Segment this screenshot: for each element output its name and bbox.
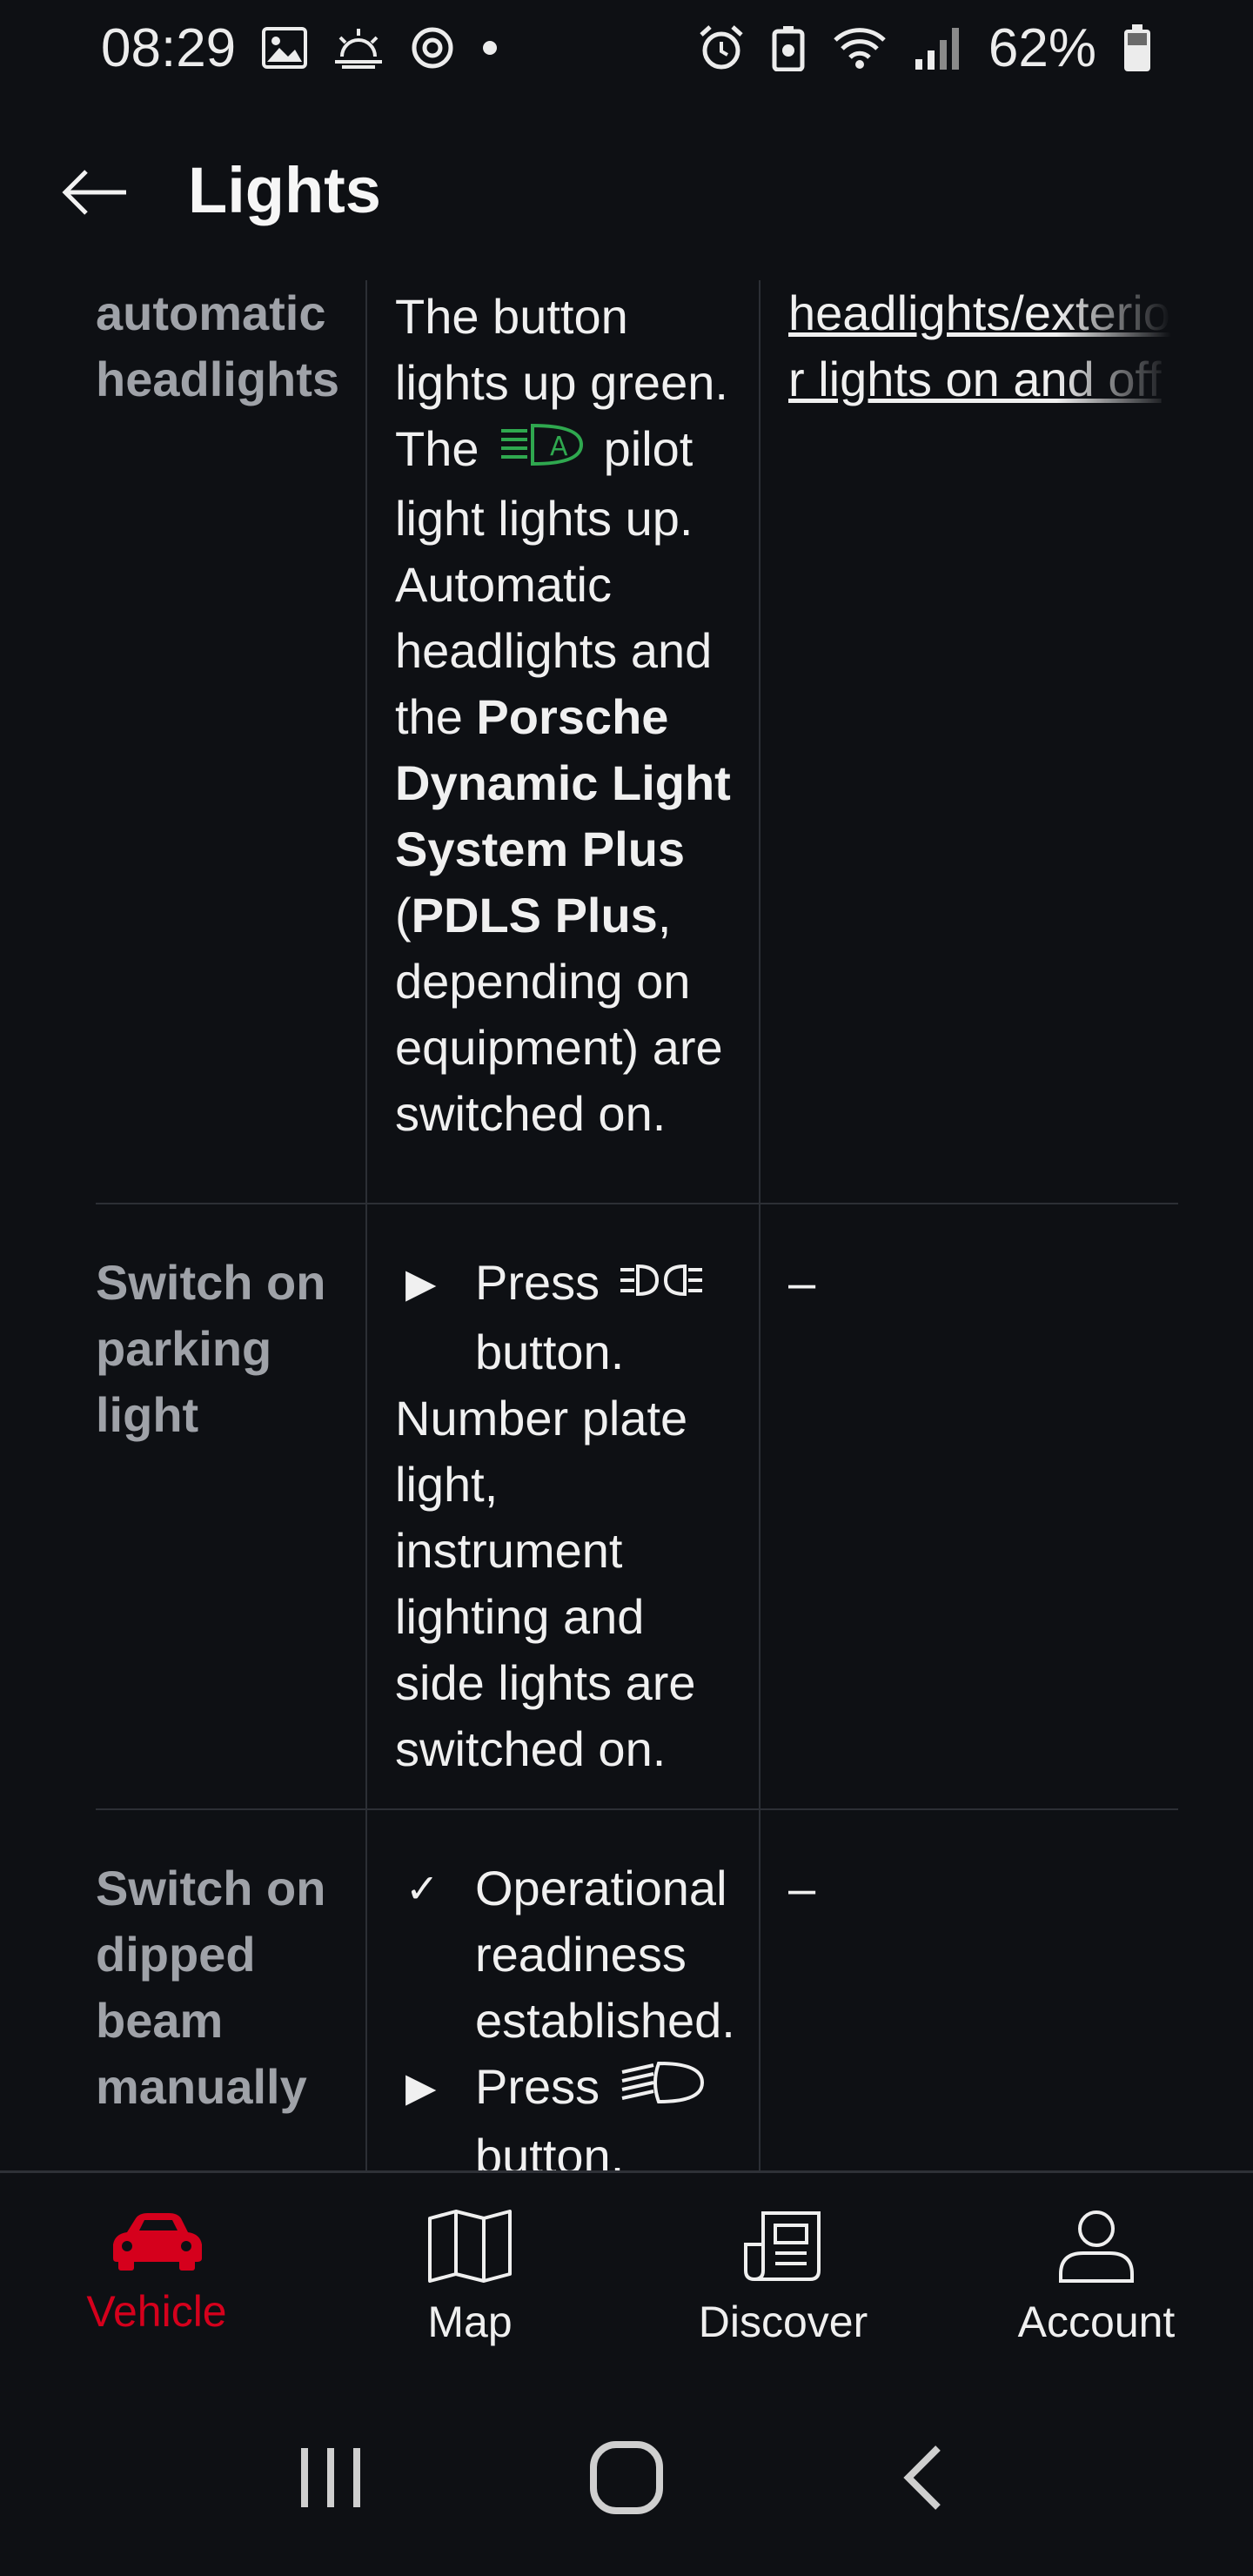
recents-icon <box>301 2448 360 2507</box>
news-icon <box>744 2211 821 2281</box>
action-line: parking <box>96 1321 272 1376</box>
nav-item-discover[interactable]: Discover <box>626 2173 940 2382</box>
home-icon <box>590 2441 663 2514</box>
table-row: Switch on dipped beam manually ✓ Operati… <box>96 1810 1178 2170</box>
nav-item-vehicle[interactable]: Vehicle <box>0 2173 313 2382</box>
map-icon <box>428 2210 512 2283</box>
status-time: 08:29 <box>101 17 237 78</box>
system-navigation-bar <box>0 2379 1253 2576</box>
result-text: Number plate light, instrument lighting … <box>395 1391 696 1777</box>
reference-empty: – <box>788 1255 816 1310</box>
result-cell: ▶ Press button. Number plate light, inst… <box>365 1204 759 1808</box>
bottom-navigation: Vehicle Map Discover Account <box>0 2170 1253 2382</box>
wifi-icon <box>832 24 888 71</box>
weather-icon <box>333 27 384 69</box>
nav-label: Discover <box>698 2298 868 2346</box>
nav-label: Map <box>427 2298 513 2346</box>
action-line: Switch on <box>96 1861 326 1915</box>
action-line: Switch on <box>96 1255 326 1310</box>
action-cell: automatic headlights <box>96 280 365 1203</box>
reference-empty: – <box>788 1861 816 1915</box>
back-nav-button[interactable] <box>879 2434 966 2521</box>
car-icon <box>113 2213 202 2271</box>
action-line: headlights <box>96 352 340 406</box>
step-marker: ▶ <box>405 2064 437 2110</box>
action-line: manually <box>96 2059 307 2114</box>
back-button[interactable] <box>57 155 132 230</box>
home-button[interactable] <box>583 2434 670 2521</box>
parking-light-icon <box>619 1253 706 1319</box>
recents-button[interactable] <box>287 2434 374 2521</box>
result-cell: ✓ Operational readiness established. ▶ P… <box>365 1810 759 2170</box>
nav-item-map[interactable]: Map <box>313 2173 626 2382</box>
result-cell: The button lights up green. The A pilot … <box>365 280 759 1203</box>
check-marker: ✓ <box>405 1866 439 1911</box>
nav-item-account[interactable]: Account <box>940 2173 1253 2382</box>
step-marker: ▶ <box>405 1260 437 1305</box>
instruction-step: ▶ Press <box>395 2054 738 2123</box>
dipped-beam-icon <box>619 2057 706 2123</box>
step-text: Press <box>475 1255 600 1310</box>
svg-text:A: A <box>550 432 568 462</box>
signal-icon <box>914 24 962 71</box>
precondition-step: ✓ Operational readiness established. <box>395 1855 738 2054</box>
nav-label: Account <box>1017 2298 1176 2346</box>
app-bar: Lights <box>0 131 1253 252</box>
battery-icon <box>1122 23 1152 73</box>
result-text: ( <box>395 888 412 943</box>
image-icon <box>262 27 308 69</box>
nav-label: Vehicle <box>86 2287 227 2336</box>
action-line: light <box>96 1387 199 1442</box>
action-line: dipped <box>96 1927 256 1982</box>
dot-icon <box>481 39 499 57</box>
back-icon <box>903 2445 941 2510</box>
reference-link[interactable]: headlights/exterio <box>788 280 1171 346</box>
step-text: button. <box>475 2129 625 2170</box>
content-scroll-area[interactable]: automatic headlights The button lights u… <box>0 280 1253 2170</box>
reference-cell: headlights/exterio r lights on and off <box>759 280 1178 1203</box>
page-title: Lights <box>188 154 381 226</box>
result-bold-text: PDLS Plus <box>411 888 658 943</box>
reference-cell: – <box>759 1810 1178 2170</box>
action-cell: Switch on dipped beam manually <box>96 1810 365 2170</box>
sync-icon <box>410 25 455 70</box>
lights-table: automatic headlights The button lights u… <box>96 280 1178 2170</box>
auto-headlight-pilot-icon: A <box>498 419 585 486</box>
step-text: button. <box>475 1325 625 1380</box>
battery-saver-icon <box>771 24 806 71</box>
reference-link[interactable]: r lights on and off <box>788 346 1171 413</box>
table-row: automatic headlights The button lights u… <box>96 280 1178 1204</box>
arrow-left-icon <box>62 170 126 215</box>
step-text: Press <box>475 2059 600 2114</box>
status-bar: 08:29 62% <box>0 0 1253 96</box>
instruction-step: ▶ Press button. <box>395 1250 738 1385</box>
reference-cell: – <box>759 1204 1178 1808</box>
alarm-icon <box>698 24 745 71</box>
table-row: Switch on parking light ▶ Press button. … <box>96 1204 1178 1810</box>
person-icon <box>1059 2210 1134 2283</box>
action-line: beam <box>96 1993 224 2048</box>
battery-percent: 62% <box>988 17 1096 78</box>
step-text: Operational readiness established. <box>475 1861 735 2048</box>
action-line: automatic <box>96 285 326 340</box>
action-cell: Switch on parking light <box>96 1204 365 1808</box>
